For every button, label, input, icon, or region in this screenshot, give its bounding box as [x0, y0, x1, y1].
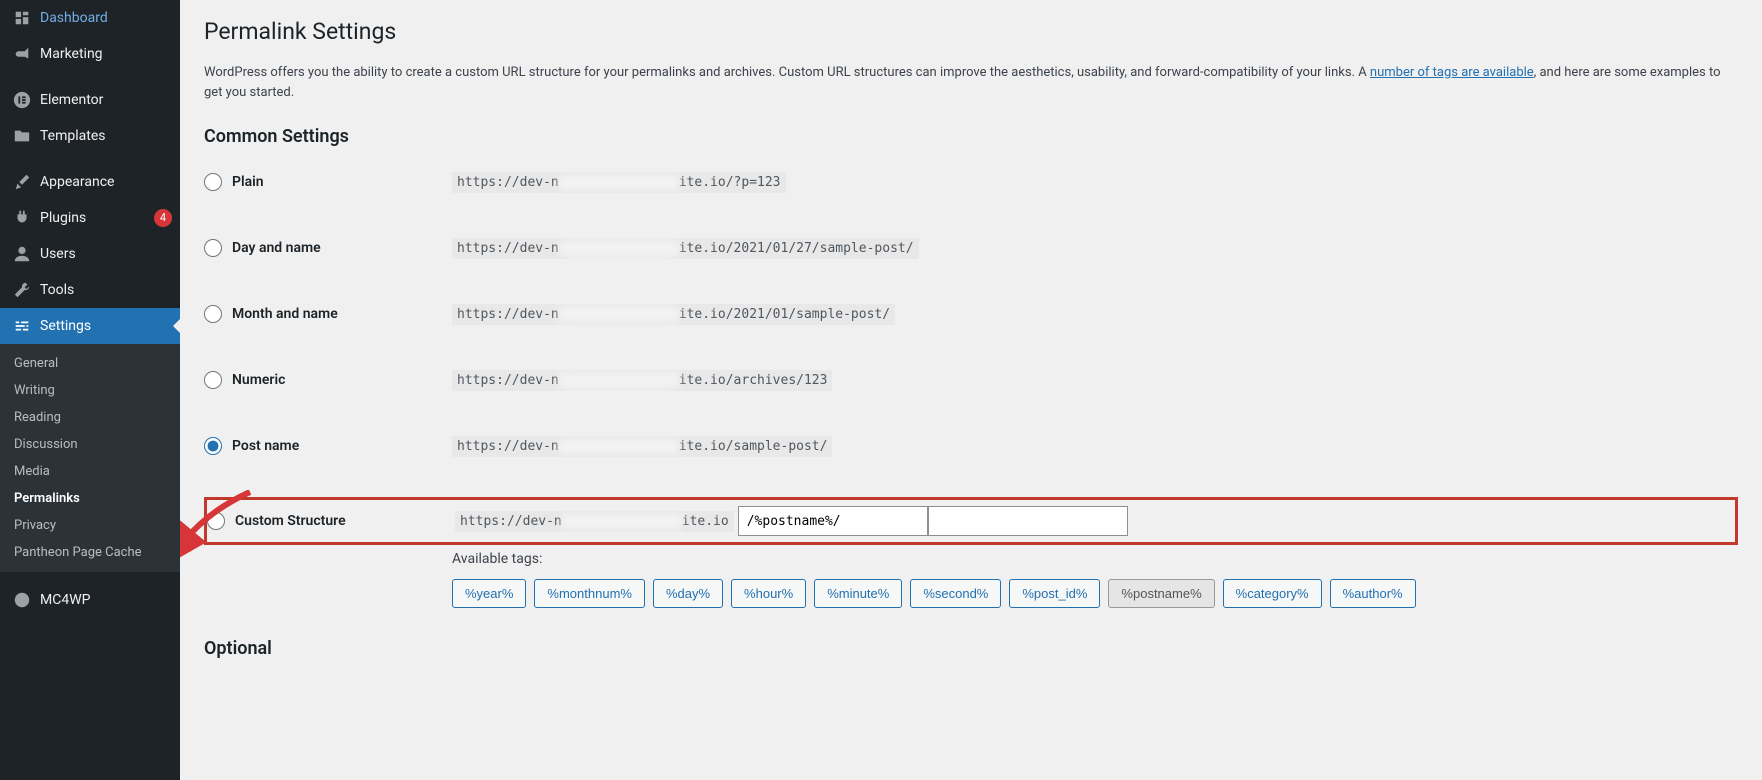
settings-submenu: General Writing Reading Discussion Media… — [0, 344, 180, 572]
radio-day-name[interactable] — [204, 239, 222, 257]
sidebar-item-label: MC4WP — [40, 592, 172, 608]
radio-label-custom[interactable]: Custom Structure — [207, 512, 455, 530]
page-title: Permalink Settings — [204, 18, 1738, 45]
elementor-icon — [12, 90, 32, 110]
sidebar-item-templates[interactable]: Templates — [0, 118, 180, 154]
dashboard-icon — [12, 8, 32, 28]
radio-label-numeric[interactable]: Numeric — [204, 371, 452, 389]
sliders-icon — [12, 316, 32, 336]
sidebar-item-label: Plugins — [40, 210, 148, 226]
submenu-item-privacy[interactable]: Privacy — [0, 512, 180, 539]
brush-icon — [12, 172, 32, 192]
sidebar-item-label: Dashboard — [40, 10, 172, 26]
radio-label-day-name[interactable]: Day and name — [204, 239, 452, 257]
tag-minute[interactable]: %minute% — [814, 579, 902, 608]
page-description: WordPress offers you the ability to crea… — [204, 63, 1738, 102]
tag-year[interactable]: %year% — [452, 579, 526, 608]
custom-structure-input[interactable] — [738, 506, 928, 536]
sidebar-item-users[interactable]: Users — [0, 236, 180, 272]
tags-doc-link[interactable]: number of tags are available — [1370, 65, 1534, 80]
tag-second[interactable]: %second% — [910, 579, 1001, 608]
sidebar-item-mc4wp[interactable]: MC4WP — [0, 582, 180, 618]
sidebar-item-label: Settings — [40, 318, 172, 334]
option-row-numeric: Numeric https://dev-nxxxxxxxxxxite.io/ar… — [204, 365, 1738, 395]
sidebar-item-elementor[interactable]: Elementor — [0, 82, 180, 118]
common-settings-heading: Common Settings — [204, 126, 1738, 147]
example-month-name: https://dev-nxxxxxxxxxxite.io/2021/01/sa… — [452, 304, 895, 325]
sidebar-item-settings[interactable]: Settings — [0, 308, 180, 344]
radio-plain[interactable] — [204, 173, 222, 191]
option-row-custom: Custom Structure https://dev-nxxxxxxxxxx… — [204, 497, 1738, 545]
available-tags-label: Available tags: — [452, 551, 1738, 567]
custom-structure-input-extra[interactable] — [928, 506, 1128, 536]
radio-numeric[interactable] — [204, 371, 222, 389]
update-badge: 4 — [154, 209, 172, 227]
wrench-icon — [12, 280, 32, 300]
example-day-name: https://dev-nxxxxxxxxxxite.io/2021/01/27… — [452, 238, 919, 259]
radio-label-post-name[interactable]: Post name — [204, 437, 452, 455]
sidebar-item-label: Elementor — [40, 92, 172, 108]
custom-base-url: https://dev-nxxxxxxxxxxite.io — [455, 511, 734, 532]
sidebar-item-label: Templates — [40, 128, 172, 144]
tag-monthnum[interactable]: %monthnum% — [534, 579, 645, 608]
sidebar-item-label: Appearance — [40, 174, 172, 190]
submenu-item-writing[interactable]: Writing — [0, 377, 180, 404]
folder-icon — [12, 126, 32, 146]
available-tags: %year% %monthnum% %day% %hour% %minute% … — [452, 579, 1738, 608]
plug-icon — [12, 208, 32, 228]
radio-post-name[interactable] — [204, 437, 222, 455]
tag-post-id[interactable]: %post_id% — [1009, 579, 1100, 608]
admin-sidebar: Dashboard Marketing Elementor Templates … — [0, 0, 180, 780]
sidebar-item-label: Marketing — [40, 46, 172, 62]
sidebar-item-label: Users — [40, 246, 172, 262]
example-numeric: https://dev-nxxxxxxxxxxite.io/archives/1… — [452, 370, 832, 391]
radio-label-month-name[interactable]: Month and name — [204, 305, 452, 323]
sidebar-item-appearance[interactable]: Appearance — [0, 164, 180, 200]
submenu-item-general[interactable]: General — [0, 350, 180, 377]
submenu-item-reading[interactable]: Reading — [0, 404, 180, 431]
mailchimp-icon — [12, 590, 32, 610]
sidebar-item-marketing[interactable]: Marketing — [0, 36, 180, 72]
sidebar-item-tools[interactable]: Tools — [0, 272, 180, 308]
submenu-item-permalinks[interactable]: Permalinks — [0, 485, 180, 512]
radio-month-name[interactable] — [204, 305, 222, 323]
option-row-day-name: Day and name https://dev-nxxxxxxxxxxite.… — [204, 233, 1738, 263]
content-area: Permalink Settings WordPress offers you … — [180, 0, 1762, 780]
example-post-name: https://dev-nxxxxxxxxxxite.io/sample-pos… — [452, 436, 832, 457]
radio-custom[interactable] — [207, 512, 225, 530]
option-row-post-name: Post name https://dev-nxxxxxxxxxxite.io/… — [204, 431, 1738, 461]
sidebar-item-plugins[interactable]: Plugins 4 — [0, 200, 180, 236]
example-plain: https://dev-nxxxxxxxxxxite.io/?p=123 — [452, 172, 786, 193]
tag-hour[interactable]: %hour% — [731, 579, 806, 608]
option-row-plain: Plain https://dev-nxxxxxxxxxxite.io/?p=1… — [204, 167, 1738, 197]
tag-day[interactable]: %day% — [653, 579, 723, 608]
option-row-month-name: Month and name https://dev-nxxxxxxxxxxit… — [204, 299, 1738, 329]
megaphone-icon — [12, 44, 32, 64]
submenu-item-discussion[interactable]: Discussion — [0, 431, 180, 458]
optional-heading: Optional — [204, 638, 1738, 659]
radio-label-plain[interactable]: Plain — [204, 173, 452, 191]
user-icon — [12, 244, 32, 264]
sidebar-item-dashboard[interactable]: Dashboard — [0, 0, 180, 36]
submenu-item-media[interactable]: Media — [0, 458, 180, 485]
sidebar-item-label: Tools — [40, 282, 172, 298]
tag-category[interactable]: %category% — [1223, 579, 1322, 608]
tag-postname[interactable]: %postname% — [1108, 579, 1214, 608]
submenu-item-pantheon[interactable]: Pantheon Page Cache — [0, 539, 180, 566]
tag-author[interactable]: %author% — [1330, 579, 1416, 608]
